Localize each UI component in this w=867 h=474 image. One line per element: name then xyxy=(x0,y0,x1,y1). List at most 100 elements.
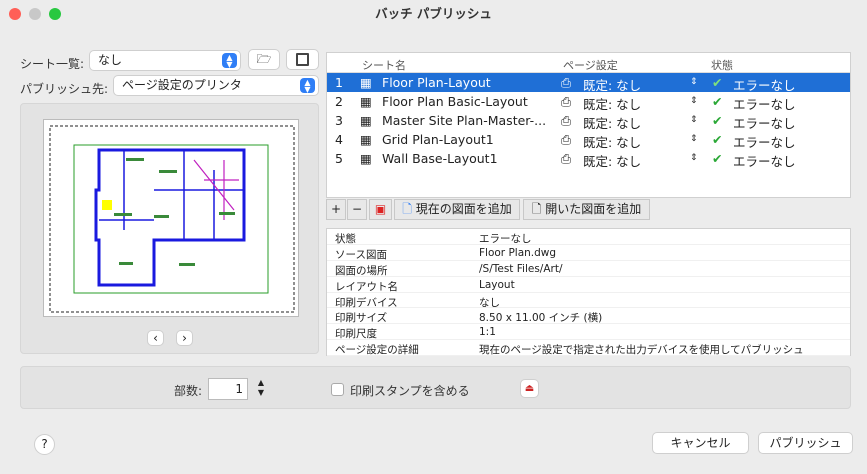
add-document-icon: 🗋 xyxy=(531,202,542,216)
open-list-button[interactable]: 🗁 xyxy=(248,49,280,70)
sheet-table: シート名 ページ設定 状態 1 ▦ Floor Plan-Layout ⎙ 既定… xyxy=(326,52,851,198)
stamp-checkbox[interactable] xyxy=(331,383,344,396)
property-value: 8.50 x 11.00 インチ (横) xyxy=(479,312,603,325)
property-key: レイアウト名 xyxy=(335,280,398,293)
zoom-button[interactable] xyxy=(49,8,61,20)
table-row[interactable]: 3 ▦ Master Site Plan-Master-... ⎙ 既定: なし… xyxy=(327,111,850,131)
stamp-settings-button[interactable]: ⏏ xyxy=(520,379,539,398)
properties-table: 状態 エラーなしソース図面 Floor Plan.dwg 図面の場所/S/Test F… xyxy=(326,228,851,356)
remove-list-icon: ▣ xyxy=(374,202,387,216)
property-key: 状態 xyxy=(335,233,356,245)
next-sheet-button[interactable]: › xyxy=(176,330,193,346)
property-key: ソース図面 xyxy=(335,248,387,261)
page-setup-icon: ⎙ xyxy=(561,132,572,147)
add-current-label: 現在の図面を追加 xyxy=(415,202,512,216)
options-panel: 部数: 1 ▲ ▼ 印刷スタンプを含める ⏏ xyxy=(20,366,851,409)
property-row: 印刷尺度 1:1 xyxy=(327,324,850,340)
sheet-name: Grid Plan-Layout1 xyxy=(382,132,494,147)
checkmark-icon: ✔ xyxy=(712,113,723,128)
sheet-list-value: なし xyxy=(98,53,123,67)
property-value: Layout xyxy=(479,278,515,291)
header-page-setup[interactable]: ページ設定 xyxy=(563,57,618,73)
header-status[interactable]: 状態 xyxy=(711,57,733,73)
add-sheet-button[interactable]: + xyxy=(326,199,346,220)
property-value: 1:1 xyxy=(479,326,496,339)
publish-to-value: ページ設定のプリンタ xyxy=(122,78,242,92)
sheet-list-label: シート一覧: xyxy=(20,57,85,71)
property-value: Floor Plan.dwg xyxy=(479,246,557,259)
page-setup-icon: ⎙ xyxy=(561,75,572,90)
add-document-icon: 🗋 xyxy=(402,202,412,216)
minimize-button[interactable] xyxy=(29,8,41,20)
table-row[interactable]: 2 ▦ Floor Plan Basic-Layout ⎙ 既定: なし ⇕ ✔… xyxy=(327,92,850,112)
publish-to-select[interactable]: ページ設定のプリンタ ▲ ▼ xyxy=(113,75,319,96)
property-row: 印刷デバイス なし xyxy=(327,293,850,309)
property-key: 印刷尺度 xyxy=(335,328,377,341)
property-row: ページ設定の詳細 現在のページ設定で指定された出力デバイスを使用してパブリッシュ xyxy=(327,340,850,356)
property-row: 印刷サイズ 8.50 x 11.00 インチ (横) xyxy=(327,308,850,324)
row-number: 2 xyxy=(335,94,343,109)
previous-sheet-button[interactable]: ‹ xyxy=(147,330,164,346)
status-value: エラーなし xyxy=(733,154,796,169)
row-number: 5 xyxy=(335,151,343,166)
header-sheet-name[interactable]: シート名 xyxy=(362,57,406,73)
sheet-name: Floor Plan Basic-Layout xyxy=(382,94,528,109)
save-list-button[interactable] xyxy=(286,49,319,70)
stamp-icon: ⏏ xyxy=(524,383,535,394)
cancel-button[interactable]: キャンセル xyxy=(652,432,749,454)
window-title: バッチ パブリッシュ xyxy=(375,6,492,21)
sheet-name: Floor Plan-Layout xyxy=(382,75,491,90)
property-row: 図面の場所/S/Test Files/Art/ xyxy=(327,261,850,277)
page-setup-value[interactable]: 既定: なし xyxy=(583,151,641,170)
chevron-updown-icon: ▲ ▼ xyxy=(300,78,315,94)
table-row[interactable]: 4 ▦ Grid Plan-Layout1 ⎙ 既定: なし ⇕ ✔ エラーなし xyxy=(327,130,850,150)
sheet-preview xyxy=(43,119,299,317)
property-row: レイアウト名 Layout xyxy=(327,277,850,293)
layout-icon: ▦ xyxy=(360,113,372,128)
page-setup-icon: ⎙ xyxy=(561,94,572,109)
layout-icon: ▦ xyxy=(360,94,372,109)
preview-panel: ‹ › xyxy=(20,103,319,354)
chevron-updown-icon[interactable]: ⇕ xyxy=(690,96,698,106)
page-setup-icon: ⎙ xyxy=(561,113,572,128)
sheet-list-select[interactable]: なし ▲ ▼ xyxy=(89,50,241,71)
table-header: シート名 ページ設定 状態 xyxy=(327,53,850,73)
stamp-label: 印刷スタンプを含める xyxy=(350,384,470,398)
sheet-name: Wall Base-Layout1 xyxy=(382,151,498,166)
chevron-updown-icon[interactable]: ⇕ xyxy=(690,134,698,144)
chevron-updown-icon[interactable]: ⇕ xyxy=(690,77,698,87)
property-value: なし xyxy=(479,296,500,309)
add-open-label: 開いた図面を追加 xyxy=(545,202,642,216)
copies-label: 部数: xyxy=(174,384,203,398)
remove-sheet-button[interactable]: − xyxy=(347,199,367,220)
publish-to-label: パブリッシュ先: xyxy=(20,82,109,96)
remove-all-button[interactable]: ▣ xyxy=(369,199,392,220)
add-current-drawing-button[interactable]: 🗋 現在の図面を追加 xyxy=(394,199,520,220)
publish-button[interactable]: パブリッシュ xyxy=(758,432,853,454)
layout-icon: ▦ xyxy=(360,132,372,147)
help-button[interactable]: ? xyxy=(34,434,55,455)
property-key: ページ設定の詳細 xyxy=(335,344,419,357)
copies-stepper[interactable]: ▲ ▼ xyxy=(255,378,267,400)
save-icon xyxy=(296,53,309,66)
chevron-updown-icon: ▲ ▼ xyxy=(222,53,237,69)
property-row: 状態 エラーなし xyxy=(327,229,850,245)
chevron-updown-icon[interactable]: ⇕ xyxy=(690,153,698,163)
row-number: 4 xyxy=(335,132,343,147)
property-key: 印刷サイズ xyxy=(335,312,388,325)
chevron-updown-icon[interactable]: ⇕ xyxy=(690,115,698,125)
floor-plan-thumbnail xyxy=(49,125,295,313)
checkmark-icon: ✔ xyxy=(712,75,723,90)
table-row[interactable]: 5 ▦ Wall Base-Layout1 ⎙ 既定: なし ⇕ ✔ エラーなし xyxy=(327,149,850,170)
close-button[interactable] xyxy=(9,8,21,20)
chevron-left-icon: ‹ xyxy=(153,331,158,345)
table-row[interactable]: 1 ▦ Floor Plan-Layout ⎙ 既定: なし ⇕ ✔ エラーなし xyxy=(327,73,850,93)
row-number: 1 xyxy=(335,75,343,90)
property-key: 図面の場所 xyxy=(335,264,388,277)
property-value: /S/Test Files/Art/ xyxy=(479,262,563,275)
add-open-drawings-button[interactable]: 🗋 開いた図面を追加 xyxy=(523,199,650,220)
page-setup-icon: ⎙ xyxy=(561,151,572,166)
checkmark-icon: ✔ xyxy=(712,151,723,166)
copies-input[interactable]: 1 xyxy=(208,378,248,400)
property-value: エラーなし xyxy=(479,233,532,245)
